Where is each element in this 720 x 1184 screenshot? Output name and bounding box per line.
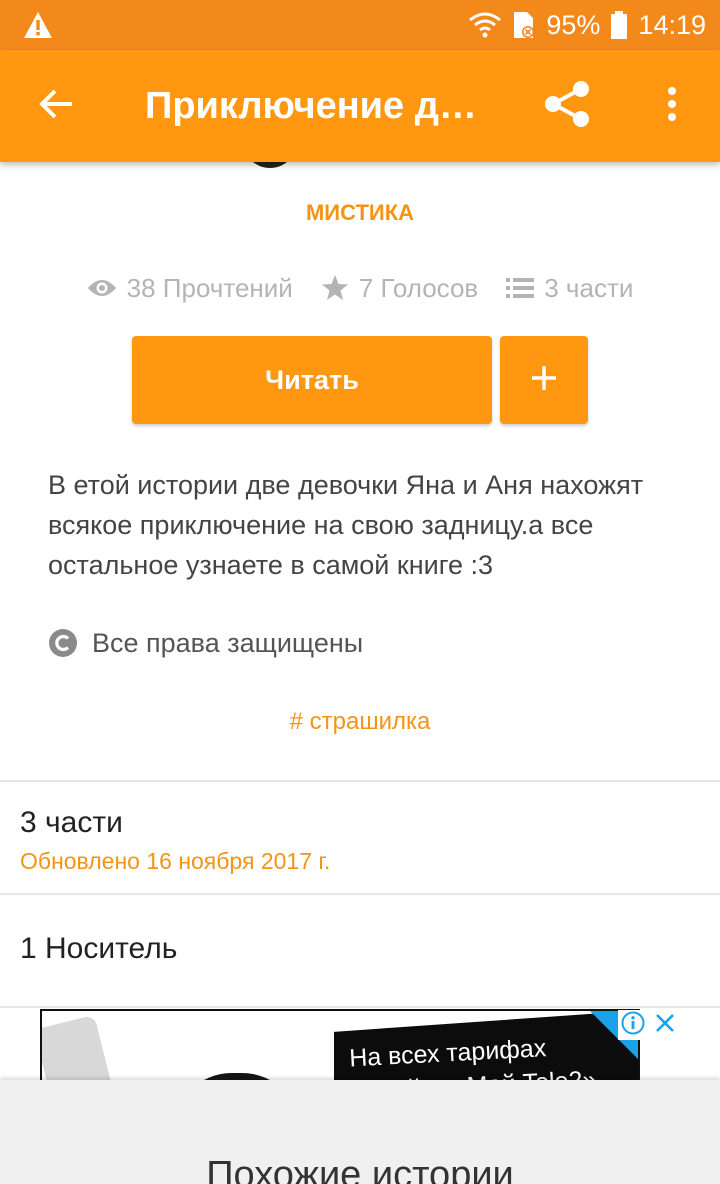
- more-options-button[interactable]: [648, 78, 696, 134]
- page-title: Приключение дв…: [145, 85, 500, 127]
- parts-section-title[interactable]: 3 части: [20, 806, 123, 840]
- section-divider: [0, 780, 720, 782]
- sim-icon: [512, 10, 536, 40]
- back-arrow-icon: [38, 88, 74, 125]
- share-icon: [543, 79, 593, 134]
- battery-percent: 95%: [546, 9, 601, 40]
- story-tag[interactable]: # страшилка: [0, 708, 720, 736]
- ad-info-button[interactable]: [618, 1010, 648, 1040]
- section-divider: [0, 893, 720, 895]
- votes-stat: 7 Голосов: [321, 273, 478, 304]
- copyright-row: Все права защищены: [48, 626, 363, 660]
- list-icon: [506, 277, 535, 299]
- share-button[interactable]: [538, 78, 598, 134]
- star-icon: [321, 274, 349, 302]
- similar-stories-panel[interactable]: Похожие истории: [0, 1080, 720, 1184]
- info-icon: [621, 1011, 645, 1040]
- clock: 14:19: [638, 9, 706, 40]
- similar-stories-title: Похожие истории: [206, 1154, 514, 1184]
- status-bar: 95% 14:19: [0, 0, 720, 50]
- copyright-text: Все права защищены: [92, 627, 364, 658]
- copyright-icon: [48, 628, 78, 658]
- reads-count: 38 Прочтений: [126, 272, 293, 303]
- parts-updated-date: Обновлено 16 ноября 2017 г.: [20, 848, 331, 874]
- ad-close-button[interactable]: [650, 1010, 680, 1040]
- app-bar: Приключение дв…: [0, 50, 720, 162]
- reads-stat: 38 Прочтений: [87, 273, 293, 304]
- genre-label[interactable]: МИСТИКА: [0, 200, 720, 226]
- read-button[interactable]: Читать: [132, 336, 492, 424]
- eye-icon: [87, 278, 117, 298]
- wifi-icon: [468, 11, 502, 39]
- back-button[interactable]: [28, 78, 84, 134]
- story-description: В етой истории две девочки Яна и Аня нах…: [48, 470, 644, 580]
- battery-icon: [610, 10, 628, 40]
- parts-count: 3 части: [544, 272, 634, 303]
- votes-count: 7 Голосов: [358, 272, 479, 303]
- story-stats: 38 Прочтений 7 Голосов 3 части: [0, 268, 720, 308]
- parts-stat: 3 части: [506, 273, 633, 304]
- section-divider: [0, 1006, 720, 1008]
- warning-icon: [22, 10, 54, 45]
- close-icon: [654, 1012, 676, 1039]
- more-vert-icon: [666, 86, 678, 127]
- plus-icon: [530, 364, 558, 397]
- add-to-library-button[interactable]: [500, 336, 588, 424]
- carrier-section-title[interactable]: 1 Носитель: [20, 932, 177, 966]
